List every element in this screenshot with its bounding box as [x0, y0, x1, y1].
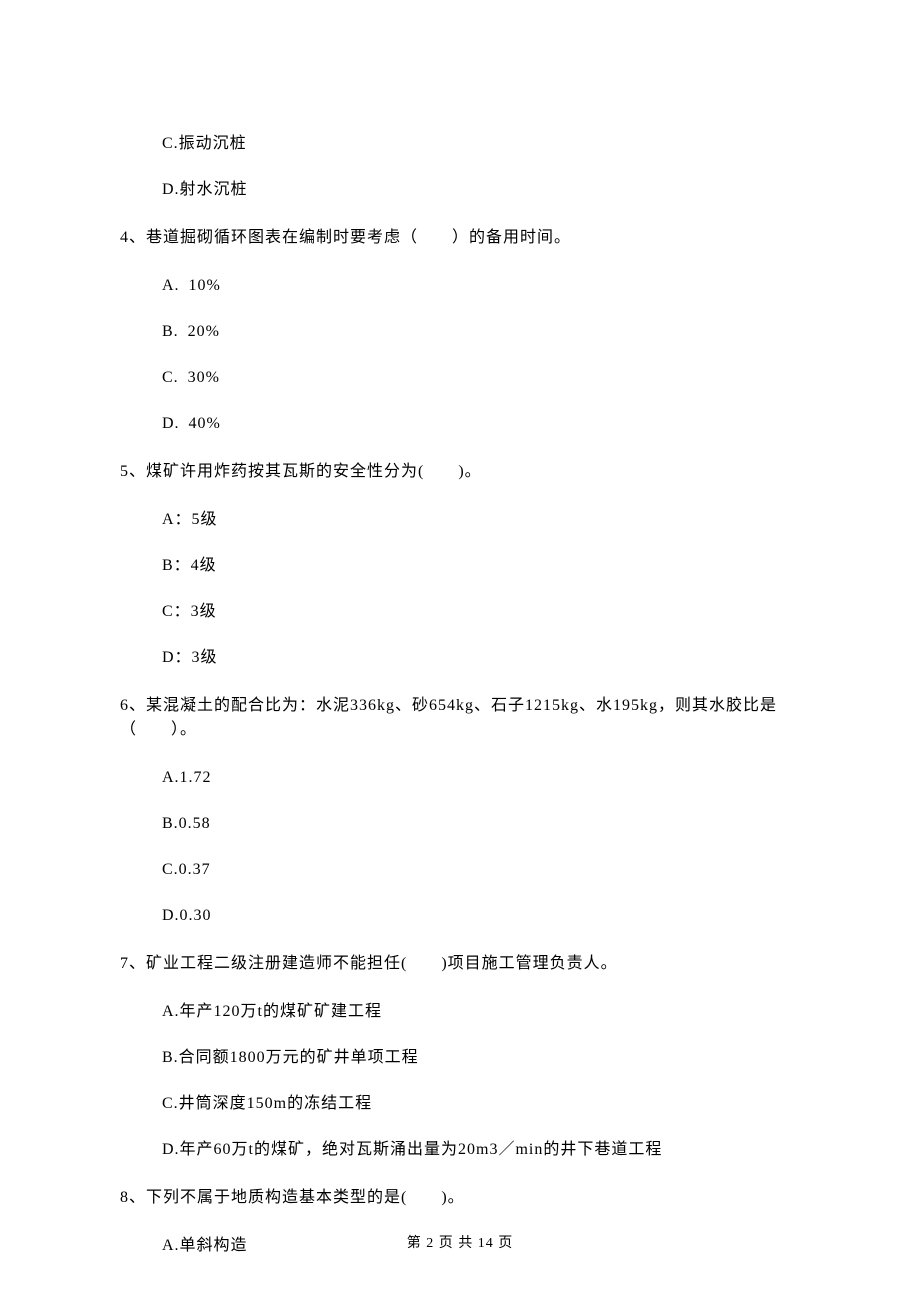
option-c: C.井筒深度150m的冻结工程 [162, 1092, 800, 1116]
option-a: A.年产120万t的煤矿矿建工程 [162, 1000, 800, 1024]
page-content: C.振动沉桩 D.射水沉桩 4、巷道掘砌循环图表在编制时要考虑（ ）的备用时间。… [0, 0, 920, 1258]
option-b: B.0.58 [162, 812, 800, 836]
option-d: D.0.30 [162, 904, 800, 928]
option-b: B. 20% [162, 320, 800, 344]
option-d: D.射水沉桩 [162, 178, 800, 202]
option-b: B：4级 [162, 554, 800, 578]
option-c: C.振动沉桩 [162, 132, 800, 156]
option-c: C. 30% [162, 366, 800, 390]
page-footer: 第 2 页 共 14 页 [0, 1233, 920, 1254]
question-6: 6、某混凝土的配合比为：水泥336kg、砂654kg、石子1215kg、水195… [120, 694, 800, 742]
question-7: 7、矿业工程二级注册建造师不能担任( )项目施工管理负责人。 [120, 952, 800, 976]
question-4: 4、巷道掘砌循环图表在编制时要考虑（ ）的备用时间。 [120, 226, 800, 250]
option-a: A：5级 [162, 508, 800, 532]
question-5: 5、煤矿许用炸药按其瓦斯的安全性分为( )。 [120, 460, 800, 484]
option-d: D：3级 [162, 646, 800, 670]
option-d: D. 40% [162, 412, 800, 436]
option-c: C.0.37 [162, 858, 800, 882]
option-c: C：3级 [162, 600, 800, 624]
option-b: B.合同额1800万元的矿井单项工程 [162, 1046, 800, 1070]
option-a: A.1.72 [162, 766, 800, 790]
question-8: 8、下列不属于地质构造基本类型的是( )。 [120, 1186, 800, 1210]
option-d: D.年产60万t的煤矿，绝对瓦斯涌出量为20m3／min的井下巷道工程 [162, 1138, 800, 1162]
option-a: A. 10% [162, 274, 800, 298]
